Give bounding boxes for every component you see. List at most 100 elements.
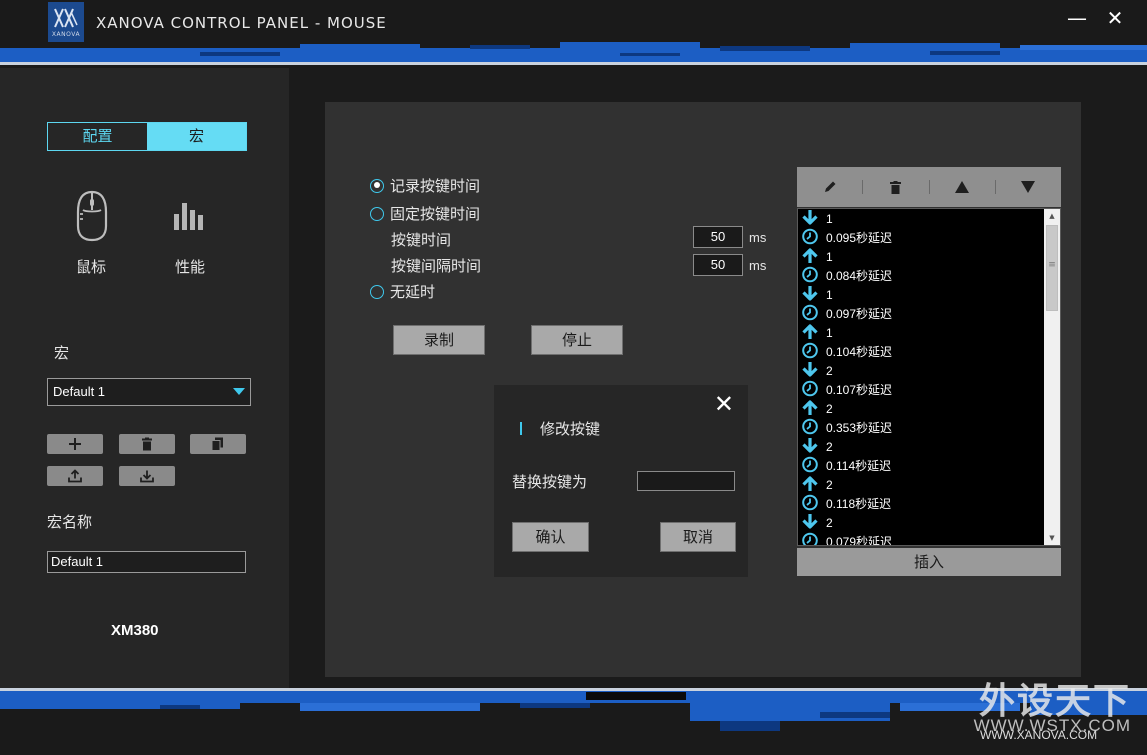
- title-bar: XANOVA XANOVA CONTROL PANEL - MOUSE — ✕: [0, 0, 1147, 68]
- edit-step-button[interactable]: [797, 167, 862, 207]
- tab-macro[interactable]: 宏: [147, 123, 246, 150]
- add-icon: [69, 438, 81, 450]
- list-item-label: 0.107秒延迟: [826, 383, 893, 397]
- mouse-icon: [76, 190, 108, 242]
- clock-icon: [801, 228, 821, 247]
- list-item[interactable]: 0.084秒延迟: [798, 266, 1044, 285]
- list-item-label: 2: [826, 477, 833, 492]
- edit-key-dialog: ✕ 修改按键 替换按键为 确认 取消: [494, 385, 748, 577]
- list-item[interactable]: 2: [798, 399, 1044, 418]
- list-item[interactable]: 0.079秒延迟: [798, 532, 1044, 545]
- key-up-icon: [801, 475, 821, 494]
- list-item-label: 2: [826, 515, 833, 530]
- list-item[interactable]: 2: [798, 361, 1044, 380]
- nav-performance-label: 性能: [175, 258, 206, 276]
- radio-record-key-time[interactable]: 记录按键时间: [370, 175, 480, 196]
- list-item-label: 0.097秒延迟: [826, 307, 893, 321]
- copy-icon: [212, 437, 223, 451]
- list-item-label: 0.104秒延迟: [826, 345, 893, 359]
- clock-icon: [801, 266, 821, 285]
- stop-button[interactable]: 停止: [531, 325, 623, 355]
- copy-macro-button[interactable]: [190, 434, 246, 454]
- logo-text: XANOVA: [51, 31, 81, 38]
- close-window-button[interactable]: ✕: [1100, 6, 1130, 32]
- list-item[interactable]: 2: [798, 437, 1044, 456]
- radio-fixed-key-time[interactable]: 固定按键时间: [370, 203, 480, 224]
- delete-macro-button[interactable]: [119, 434, 175, 454]
- list-item[interactable]: 1: [798, 209, 1044, 228]
- list-item[interactable]: 0.353秒延迟: [798, 418, 1044, 437]
- macro-step-list[interactable]: 1 0.095秒延迟 1 0.084秒延迟 1 0.097秒延迟 1 0.104秒延迟 2 0.1…: [797, 208, 1061, 546]
- list-item[interactable]: 0.107秒延迟: [798, 380, 1044, 399]
- tab-config[interactable]: 配置: [48, 123, 147, 150]
- list-item[interactable]: 1: [798, 285, 1044, 304]
- list-item-label: 1: [826, 249, 833, 264]
- list-item-label: 2: [826, 439, 833, 454]
- add-macro-button[interactable]: [47, 434, 103, 454]
- replace-key-input[interactable]: [637, 471, 735, 491]
- list-item[interactable]: 0.095秒延迟: [798, 228, 1044, 247]
- delete-step-button[interactable]: [863, 167, 928, 207]
- macro-name-input[interactable]: Default 1: [47, 551, 246, 573]
- radio-fixed-key-time-label: 固定按键时间: [390, 205, 481, 223]
- logo-mark-icon: [54, 8, 78, 28]
- sidebar: 配置 宏 鼠标 性能 宏 Default 1 宏名称 Default 1 XM3…: [0, 68, 289, 688]
- macro-name-label: 宏名称: [47, 513, 93, 531]
- scrollbar-thumb[interactable]: [1046, 225, 1058, 311]
- list-item[interactable]: 0.097秒延迟: [798, 304, 1044, 323]
- macro-editor-panel: 记录按键时间 固定按键时间 按键时间 50 ms 按键间隔时间 50 ms 无延…: [325, 102, 1081, 677]
- list-scrollbar[interactable]: ▲ ▼: [1044, 209, 1060, 545]
- list-item[interactable]: 0.114秒延迟: [798, 456, 1044, 475]
- radio-no-delay[interactable]: 无延时: [370, 281, 435, 302]
- sidebar-tabs: 配置 宏: [47, 122, 247, 151]
- nav-performance[interactable]: [173, 202, 209, 236]
- key-interval-unit: ms: [749, 258, 767, 273]
- list-item[interactable]: 1: [798, 323, 1044, 342]
- radio-unchecked-icon: [370, 284, 384, 299]
- list-item-label: 0.095秒延迟: [826, 231, 893, 245]
- scroll-up-icon[interactable]: ▲: [1044, 209, 1060, 223]
- clock-icon: [801, 456, 821, 475]
- list-item-label: 2: [826, 401, 833, 416]
- key-down-icon: [801, 513, 821, 532]
- list-item[interactable]: 0.118秒延迟: [798, 494, 1044, 513]
- dialog-close-button[interactable]: ✕: [714, 391, 734, 417]
- list-item[interactable]: 2: [798, 513, 1044, 532]
- insert-button[interactable]: 插入: [797, 548, 1061, 576]
- minimize-button[interactable]: —: [1062, 6, 1092, 32]
- move-down-button[interactable]: [996, 167, 1061, 207]
- export-macro-button[interactable]: [47, 466, 103, 486]
- dialog-title-accent: [520, 422, 522, 435]
- delete-icon: [890, 180, 902, 194]
- macro-section-label: 宏: [54, 344, 70, 362]
- confirm-button[interactable]: 确认: [512, 522, 589, 552]
- move-up-icon: [955, 181, 970, 193]
- macro-select[interactable]: Default 1: [47, 378, 251, 406]
- radio-no-delay-label: 无延时: [390, 283, 436, 301]
- export-icon: [68, 469, 82, 483]
- list-item-label: 1: [826, 211, 833, 226]
- key-interval-input[interactable]: 50: [693, 254, 743, 276]
- cancel-button[interactable]: 取消: [660, 522, 736, 552]
- import-macro-button[interactable]: [119, 466, 175, 486]
- clock-icon: [801, 494, 821, 513]
- scroll-down-icon[interactable]: ▼: [1044, 531, 1060, 545]
- import-icon: [140, 470, 154, 483]
- list-item[interactable]: 2: [798, 475, 1044, 494]
- key-time-input[interactable]: 50: [693, 226, 743, 248]
- key-interval-label: 按键间隔时间: [391, 257, 482, 275]
- list-item[interactable]: 1: [798, 247, 1044, 266]
- nav-mouse[interactable]: [74, 190, 110, 246]
- clock-icon: [801, 380, 821, 399]
- clock-icon: [801, 532, 821, 545]
- key-down-icon: [801, 209, 821, 228]
- record-button[interactable]: 录制: [393, 325, 485, 355]
- delete-icon: [142, 437, 152, 451]
- key-time-label: 按键时间: [391, 231, 452, 249]
- key-up-icon: [801, 323, 821, 342]
- list-item-label: 1: [826, 325, 833, 340]
- move-up-button[interactable]: [930, 167, 995, 207]
- list-item[interactable]: 0.104秒延迟: [798, 342, 1044, 361]
- move-down-icon: [1021, 181, 1036, 193]
- radio-unchecked-icon: [370, 206, 384, 221]
